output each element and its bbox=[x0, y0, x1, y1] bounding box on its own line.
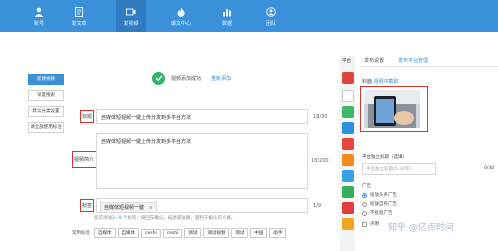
radio-icon bbox=[362, 210, 367, 216]
nav-label: 团队 bbox=[265, 21, 276, 27]
standalone-title-count: 0/30 bbox=[484, 166, 495, 171]
title-char-count: 18/30 bbox=[313, 114, 328, 120]
flame-icon bbox=[177, 7, 185, 17]
sohu-platform-icon[interactable] bbox=[342, 154, 354, 166]
common-tag[interactable]: 中国 bbox=[250, 228, 268, 238]
ad-option-none[interactable]: 不投放广告 bbox=[362, 209, 442, 217]
document-icon bbox=[75, 7, 83, 17]
netease-platform-icon[interactable] bbox=[342, 202, 354, 214]
common-tag[interactable]: 测试 bbox=[184, 228, 202, 238]
declaration-label: 声明 bbox=[370, 222, 379, 227]
radio-selected-icon bbox=[362, 192, 367, 198]
common-tag[interactable]: 测试 bbox=[231, 228, 249, 238]
top-nav-bar: 账号 发文章 发视频 爆文中心 数据 团队 bbox=[0, 0, 498, 32]
tags-hint: 您可添加2~9 个标签，按回车确认。描述越准确，越利于被认识人群。 bbox=[94, 215, 235, 221]
standalone-title-label: 平台独立标题（选填） bbox=[362, 155, 407, 160]
intro-textarea[interactable]: 自媒体短视频一键上传分发到多平台方法 bbox=[96, 133, 308, 189]
nav-label: 发视频 bbox=[123, 21, 139, 27]
common-tags: 常用标签 自媒体 自媒体 ceshi ceshi 测试 测试视频 测试 中国 助… bbox=[72, 228, 287, 238]
success-message: 视频添加成功 bbox=[171, 75, 202, 82]
intro-label: 视频简介 bbox=[74, 157, 95, 163]
cover-label: 封面 bbox=[362, 79, 373, 85]
yidian-platform-icon[interactable] bbox=[342, 122, 354, 134]
nav-item-hot[interactable]: 爆文中心 bbox=[166, 0, 196, 32]
radio-icon bbox=[362, 201, 367, 207]
weibo-platform-icon[interactable] bbox=[342, 138, 354, 150]
new-video-button[interactable]: 新建视频 bbox=[28, 74, 64, 85]
ad-option-label: 投放自有广告 bbox=[370, 202, 397, 207]
tab-platform-manage[interactable]: 发布平台管理 bbox=[398, 57, 428, 64]
platform-label: 平台 bbox=[342, 59, 351, 64]
chart-icon bbox=[223, 9, 231, 17]
tag-chip: 自媒体短视频一键 × bbox=[100, 202, 157, 212]
hint-text-pre: 您可添加 bbox=[94, 216, 112, 221]
tag-remove-icon[interactable]: × bbox=[149, 205, 153, 211]
re-add-link[interactable]: 重新添加 bbox=[211, 75, 231, 82]
nav-item-data[interactable]: 数据 bbox=[212, 0, 242, 32]
watermark: 知乎 @亿点时间 bbox=[388, 223, 454, 233]
team-icon bbox=[266, 7, 276, 17]
hint-text-post: 标签，按回车确认。描述越准确，越利于被认识人群。 bbox=[127, 216, 236, 221]
ad-option-own[interactable]: 投放自有广告 bbox=[362, 200, 442, 208]
settings-tabs: 发布设置 发布平台管理 bbox=[360, 55, 498, 67]
baijia-platform-icon[interactable] bbox=[342, 90, 354, 102]
nav-item-team[interactable]: 团队 bbox=[256, 0, 286, 32]
nav-label: 账号 bbox=[33, 21, 44, 27]
nav-item-account[interactable]: 账号 bbox=[24, 0, 54, 32]
tags-count: 1/9 bbox=[313, 203, 322, 209]
tags-label: 标签 bbox=[82, 203, 93, 209]
cover-label-row: 封面 视频中截取 bbox=[362, 78, 399, 85]
ad-option-label: 不投放广告 bbox=[370, 211, 393, 216]
upload-success-status: 视频添加成功 重新添加 bbox=[152, 70, 231, 86]
wechat-platform-icon[interactable] bbox=[342, 186, 354, 198]
ad-option-label: 投放头条广告 bbox=[370, 193, 397, 198]
cover-capture-link[interactable]: 视频中截取 bbox=[374, 79, 399, 85]
check-icon bbox=[152, 71, 165, 85]
common-tag[interactable]: ceshi bbox=[141, 228, 161, 238]
standalone-title-input[interactable]: 平台独立标题(5-30字) bbox=[362, 163, 436, 175]
common-tags-label: 常用标签 bbox=[72, 231, 90, 236]
common-tag[interactable]: 助手 bbox=[269, 228, 287, 238]
common-tag[interactable]: 自媒体 bbox=[117, 228, 139, 238]
dayu-platform-icon[interactable] bbox=[342, 218, 354, 230]
iqiyi-platform-icon[interactable] bbox=[342, 106, 354, 118]
hint-text-range: 2~9 个 bbox=[112, 216, 128, 221]
title-input[interactable]: 自媒体短视频一键上传分发到多平台方法 bbox=[96, 109, 308, 124]
qq-platform-icon[interactable] bbox=[342, 170, 354, 182]
title-label: 标题 bbox=[82, 114, 93, 120]
checkbox-icon bbox=[362, 221, 367, 227]
common-tag[interactable]: ceshi bbox=[162, 228, 183, 238]
common-tag[interactable]: 自媒体 bbox=[94, 228, 116, 238]
ad-label: 广告 bbox=[362, 184, 371, 189]
video-icon bbox=[126, 8, 136, 16]
tag-chip-text: 自媒体短视频一键 bbox=[104, 205, 145, 211]
toutiao-platform-icon[interactable] bbox=[342, 72, 354, 84]
deep-search-button[interactable]: 深度搜索 bbox=[28, 90, 64, 101]
intro-char-count: 18/200 bbox=[311, 158, 329, 164]
default-category-button[interactable]: 默认分类设置 bbox=[28, 106, 64, 117]
common-tag[interactable]: 测试视频 bbox=[203, 228, 230, 238]
nav-label: 爆文中心 bbox=[170, 21, 191, 27]
nav-label: 发文章 bbox=[71, 21, 87, 27]
user-icon bbox=[34, 7, 44, 17]
nav-label: 数据 bbox=[221, 21, 232, 27]
nav-item-video[interactable]: 发视频 bbox=[116, 0, 146, 32]
apply-all-button[interactable]: 请全部使用标注 bbox=[28, 122, 64, 133]
tab-publish-settings[interactable]: 发布设置 bbox=[364, 57, 384, 64]
cover-thumbnail[interactable] bbox=[364, 90, 420, 128]
ad-option-toutiao[interactable]: 投放头条广告 bbox=[362, 191, 442, 199]
nav-item-article[interactable]: 发文章 bbox=[64, 0, 94, 32]
tags-input[interactable]: 自媒体短视频一键 × bbox=[96, 198, 308, 213]
